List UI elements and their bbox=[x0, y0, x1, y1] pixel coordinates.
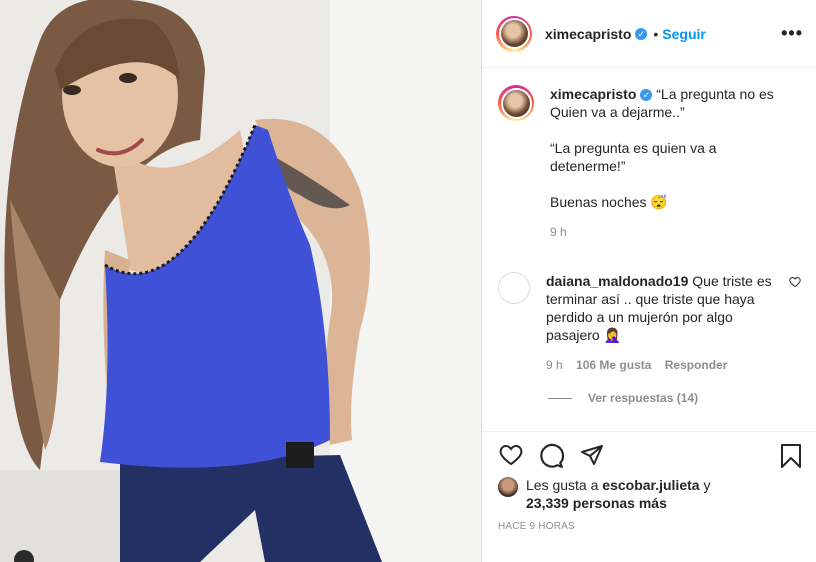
caption-username[interactable]: ximecapristo bbox=[550, 86, 636, 102]
more-options-icon[interactable]: ••• bbox=[781, 23, 803, 44]
follow-button[interactable]: Seguir bbox=[662, 26, 706, 42]
save-bookmark-icon[interactable] bbox=[779, 443, 803, 469]
post-photo[interactable] bbox=[0, 0, 481, 562]
post-actions-section: Les gusta a escobar.julieta y 23,339 per… bbox=[482, 431, 816, 562]
caption-text-1: ximecapristo ✓ “La pregunta no es Quien v… bbox=[550, 86, 774, 120]
verified-badge-icon: ✓ bbox=[640, 89, 653, 101]
caption-meta: 9 h bbox=[550, 223, 780, 241]
reply-button[interactable]: Responder bbox=[665, 358, 728, 372]
caption-block: ximecapristo ✓ “La pregunta no es Quien v… bbox=[498, 85, 801, 241]
caption-text-2: “La pregunta es quien va a detenerme!” bbox=[550, 140, 717, 174]
view-replies-button[interactable]: Ver respuestas (14) bbox=[548, 391, 698, 405]
caption-avatar[interactable] bbox=[498, 85, 534, 121]
comment-meta: 9 h 106 Me gusta Responder bbox=[546, 356, 776, 374]
post-side-panel: ximecapristo ✓ • Seguir ••• ximecapristo… bbox=[481, 0, 816, 562]
author-username[interactable]: ximecapristo bbox=[545, 26, 631, 42]
separator-dot: • bbox=[653, 25, 659, 42]
comment-item: daiana_maldonado19 Que triste es termina… bbox=[498, 272, 801, 374]
liker-avatar[interactable] bbox=[498, 477, 518, 497]
likes-summary: Les gusta a escobar.julieta y 23,339 per… bbox=[498, 476, 756, 512]
avatar[interactable] bbox=[496, 15, 532, 52]
liker-username[interactable]: escobar.julieta bbox=[602, 477, 699, 493]
comment-time[interactable]: 9 h bbox=[546, 358, 563, 372]
post-timestamp[interactable]: HACE 9 HORAS bbox=[498, 521, 575, 532]
commenter-avatar[interactable] bbox=[498, 272, 530, 304]
post-header: ximecapristo ✓ • Seguir ••• bbox=[482, 0, 816, 68]
woman-photo bbox=[0, 0, 481, 562]
commenter-username[interactable]: daiana_maldonado19 bbox=[546, 273, 688, 289]
share-icon[interactable] bbox=[580, 443, 604, 467]
verified-badge-icon: ✓ bbox=[635, 27, 648, 40]
comment-likes[interactable]: 106 Me gusta bbox=[576, 358, 651, 372]
caption-time[interactable]: 9 h bbox=[550, 225, 567, 239]
like-heart-icon[interactable] bbox=[498, 443, 524, 467]
caption-text-3: Buenas noches 😴 bbox=[550, 194, 668, 210]
comment-like-heart-icon[interactable] bbox=[789, 276, 801, 288]
comment-icon[interactable] bbox=[538, 443, 564, 469]
action-icons bbox=[498, 443, 803, 471]
replies-line bbox=[548, 397, 572, 399]
likes-count[interactable]: 23,339 personas más bbox=[526, 495, 667, 511]
